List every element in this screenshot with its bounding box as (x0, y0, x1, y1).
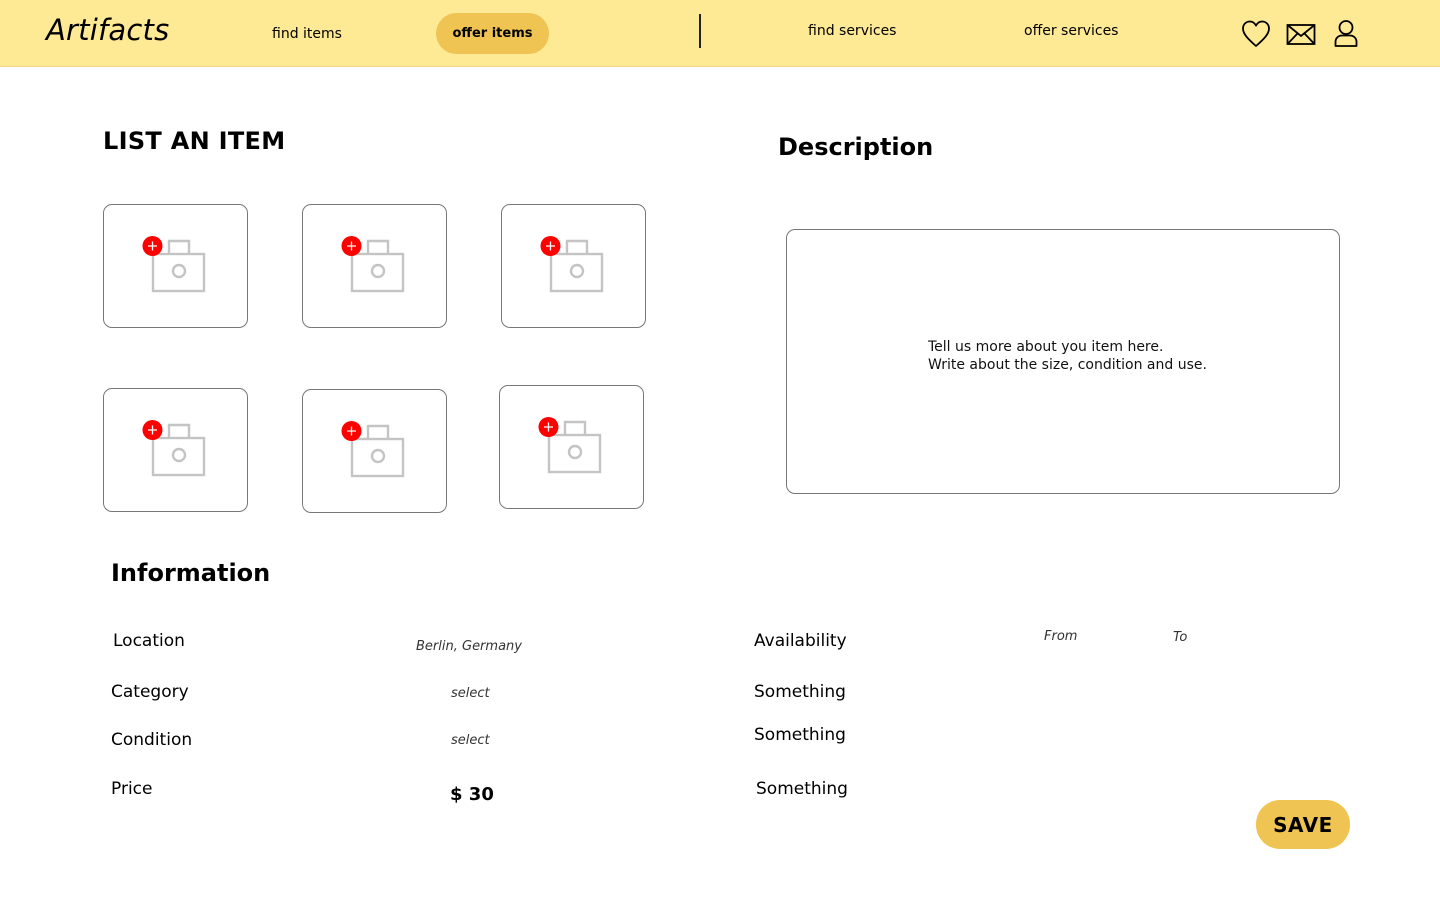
photo-upload-slot[interactable] (103, 388, 248, 512)
save-button[interactable]: SAVE (1256, 800, 1350, 849)
information-title: Information (111, 559, 271, 587)
nav-find-services[interactable]: find services (808, 23, 896, 39)
availability-label: Availability (754, 631, 847, 651)
extra-field-label-2: Something (754, 725, 846, 745)
category-select[interactable]: select (451, 686, 490, 701)
condition-select[interactable]: select (451, 733, 490, 748)
add-photo-icon (540, 236, 604, 293)
nav-divider (699, 14, 701, 48)
list-item-title: LIST AN ITEM (103, 127, 286, 155)
user-icon[interactable] (1330, 18, 1362, 50)
category-label: Category (111, 682, 189, 702)
price-label: Price (111, 779, 153, 799)
photo-upload-slot[interactable] (302, 204, 447, 328)
description-title: Description (778, 133, 934, 161)
mail-icon[interactable] (1285, 18, 1317, 50)
brand-logo[interactable]: Artifacts (46, 13, 169, 47)
price-field[interactable]: $ 30 (450, 784, 494, 805)
add-photo-icon (341, 421, 405, 478)
description-textarea[interactable]: Tell us more about you item here. Write … (786, 229, 1340, 494)
condition-label: Condition (111, 730, 193, 750)
photo-upload-slot[interactable] (499, 385, 644, 509)
nav-offer-services[interactable]: offer services (1024, 23, 1118, 39)
photo-upload-slot[interactable] (103, 204, 248, 328)
photo-upload-slot[interactable] (501, 204, 646, 328)
add-photo-icon (538, 417, 602, 474)
extra-field-label-3: Something (756, 779, 848, 799)
availability-from-field[interactable]: From (1044, 629, 1077, 644)
nav-offer-items[interactable]: offer items (436, 13, 549, 54)
description-placeholder: Tell us more about you item here. Write … (928, 338, 1207, 374)
add-photo-icon (142, 420, 206, 477)
top-navigation-bar: Artifacts find items offer items find se… (0, 0, 1440, 67)
description-placeholder-line-2: Write about the size, condition and use. (928, 357, 1207, 373)
description-placeholder-line-1: Tell us more about you item here. (928, 339, 1164, 355)
location-field[interactable]: Berlin, Germany (416, 639, 522, 654)
availability-to-field[interactable]: To (1173, 630, 1187, 645)
extra-field-label-1: Something (754, 682, 846, 702)
add-photo-icon (341, 236, 405, 293)
nav-find-items[interactable]: find items (272, 26, 342, 42)
heart-icon[interactable] (1240, 18, 1272, 50)
photo-upload-slot[interactable] (302, 389, 447, 513)
add-photo-icon (142, 236, 206, 293)
location-label: Location (113, 631, 185, 651)
